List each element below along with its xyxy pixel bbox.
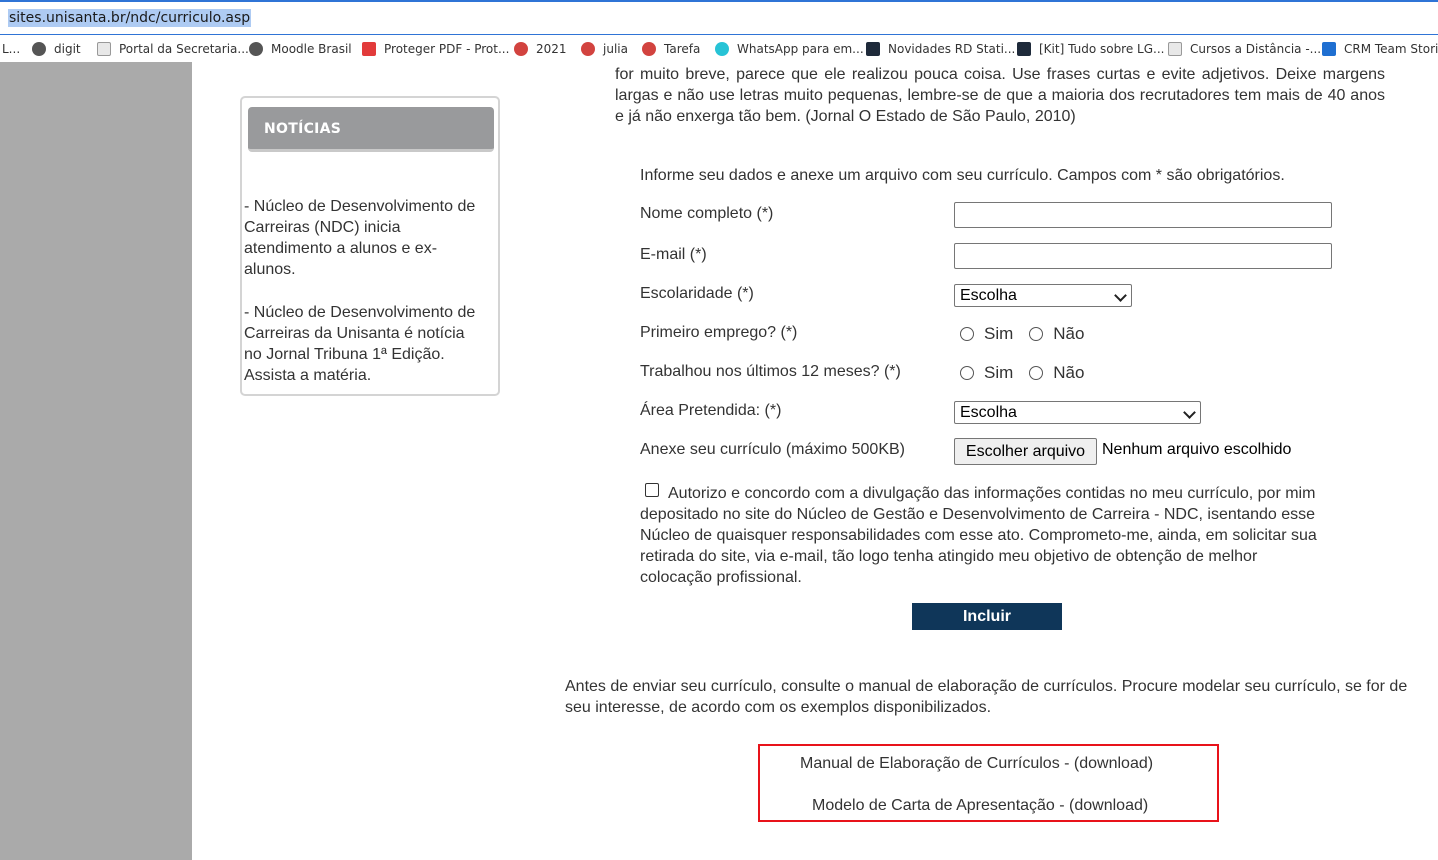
bookmark-item[interactable]: 2021 [514, 41, 567, 57]
submit-button[interactable]: Incluir [912, 603, 1062, 630]
downloads-highlight-box: Manual de Elaboração de Currículos - (do… [758, 744, 1219, 822]
email-input[interactable] [954, 243, 1332, 269]
bookmark-label: Cursos a Distância -... [1190, 42, 1322, 56]
bookmark-item[interactable]: Cursos a Distância -... [1168, 41, 1321, 57]
area-select[interactable]: Escolha [954, 401, 1201, 424]
intro-text: for muito breve, parece que ele realizou… [615, 66, 1385, 125]
bookmark-label: digit [54, 42, 81, 56]
area-selected: Escolha [960, 404, 1017, 421]
manual-download-title: Manual de Elaboração de Currículos - [800, 755, 1074, 772]
bookmark-item[interactable]: Proteger PDF - Prot... [362, 41, 509, 57]
education-select[interactable]: Escolha [954, 284, 1132, 307]
file-status: Nenhum arquivo escolhido [1102, 441, 1292, 458]
bookmark-label: L... [2, 42, 21, 56]
globe-icon [32, 42, 46, 56]
news-title: NOTÍCIAS [264, 121, 342, 137]
bookmark-label: CRM Team Stories [1344, 42, 1438, 56]
document-icon [1168, 42, 1182, 56]
worked-label: Trabalhou nos últimos 12 meses? (*) [640, 363, 901, 380]
chevron-down-icon [1183, 406, 1196, 419]
people-icon [581, 42, 595, 56]
first-job-no-label: Não [1053, 324, 1085, 343]
bookmark-label: Novidades RD Stati... [888, 42, 1016, 56]
name-input[interactable] [954, 202, 1332, 228]
bookmark-label: julia [603, 42, 628, 56]
news-item[interactable]: - Núcleo de Desenvolvimento de Carreiras… [244, 302, 484, 386]
bookmark-item[interactable]: Novidades RD Stati... [866, 41, 1015, 57]
document-icon [97, 42, 111, 56]
bookmark-item[interactable]: [Kit] Tudo sobre LG... [1017, 41, 1164, 57]
bookmark-item[interactable]: L... [2, 41, 20, 57]
rd-icon [866, 42, 880, 56]
address-bar[interactable]: sites.unisanta.br/ndc/curriculo.asp [0, 0, 1438, 35]
globe-icon [249, 42, 263, 56]
education-label: Escolaridade (*) [640, 285, 754, 302]
manual-download-item: Manual de Elaboração de Currículos - (do… [800, 755, 1153, 773]
area-label: Área Pretendida: (*) [640, 402, 782, 419]
news-panel: NOTÍCIAS - Núcleo de Desenvolvimento de … [240, 96, 500, 396]
people-icon [642, 42, 656, 56]
whatsapp-icon [715, 42, 729, 56]
bookmark-item[interactable]: digit [32, 41, 81, 57]
first-job-yes-radio[interactable] [960, 327, 974, 341]
letter-download-item: Modelo de Carta de Apresentação - (downl… [812, 797, 1148, 815]
bookmark-label: Moodle Brasil [271, 42, 352, 56]
manual-download-link[interactable]: (download) [1074, 755, 1153, 772]
url-text[interactable]: sites.unisanta.br/ndc/curriculo.asp [8, 9, 252, 27]
bookmark-item[interactable]: CRM Team Stories [1322, 41, 1438, 57]
worked-no-radio[interactable] [1029, 366, 1044, 380]
worked-radio-group: Sim Não [960, 363, 1084, 383]
azure-icon [1322, 42, 1336, 56]
worked-no-label: Não [1053, 363, 1085, 382]
education-selected: Escolha [960, 287, 1017, 304]
people-icon [514, 42, 528, 56]
rd-icon [1017, 42, 1031, 56]
bookmark-label: Portal da Secretaria... [119, 42, 249, 56]
bookmark-item[interactable]: Portal da Secretaria... [97, 41, 249, 57]
news-item[interactable]: - Núcleo de Desenvolvimento de Carreiras… [244, 196, 484, 280]
chevron-down-icon [1114, 289, 1127, 302]
news-header: NOTÍCIAS [248, 107, 494, 152]
bookmark-item[interactable]: WhatsApp para em... [715, 41, 864, 57]
download-instructions: Antes de enviar seu currículo, consulte … [565, 678, 1408, 716]
name-label: Nome completo (*) [640, 205, 774, 222]
consent-text: Autorizo e concordo com a divulgação das… [640, 485, 1317, 586]
choose-file-button[interactable]: Escolher arquivo [954, 438, 1097, 465]
letter-download-link[interactable]: (download) [1069, 797, 1148, 814]
bookmark-label: [Kit] Tudo sobre LG... [1039, 42, 1165, 56]
left-sidebar [0, 62, 192, 860]
bookmark-item[interactable]: Tarefa [642, 41, 700, 57]
form-instructions: Informe seu dados e anexe um arquivo com… [640, 167, 1285, 184]
first-job-radio-group: Sim Não [960, 324, 1084, 344]
letter-download-title: Modelo de Carta de Apresentação - [812, 797, 1070, 814]
bookmark-label: WhatsApp para em... [737, 42, 864, 56]
first-job-label: Primeiro emprego? (*) [640, 324, 798, 341]
first-job-yes-label: Sim [984, 324, 1014, 343]
bookmark-label: Proteger PDF - Prot... [384, 42, 510, 56]
attach-label: Anexe seu currículo (máximo 500KB) [640, 441, 905, 458]
bookmark-item[interactable]: Moodle Brasil [249, 41, 352, 57]
pdf-icon [362, 42, 376, 56]
worked-yes-radio[interactable] [960, 366, 974, 380]
worked-yes-label: Sim [984, 363, 1014, 382]
bookmark-label: 2021 [536, 42, 567, 56]
bookmarks-bar: L... digit Portal da Secretaria... Moodl… [0, 36, 1438, 62]
bookmark-item[interactable]: julia [581, 41, 628, 57]
bookmark-label: Tarefa [664, 42, 701, 56]
first-job-no-radio[interactable] [1029, 327, 1044, 341]
email-label: E-mail (*) [640, 246, 707, 263]
